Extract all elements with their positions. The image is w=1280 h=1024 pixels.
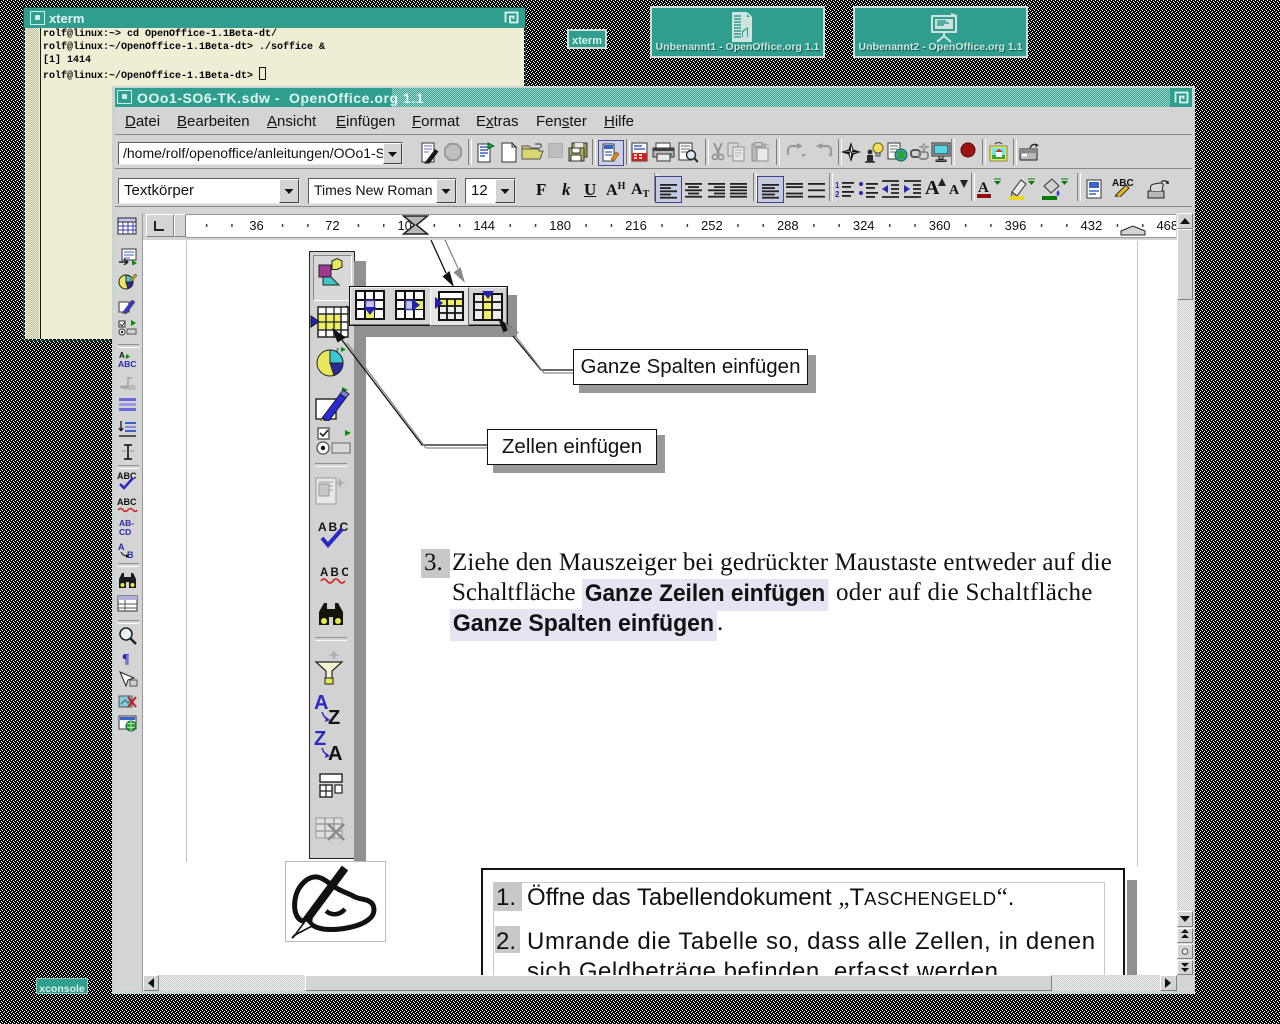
svg-text:468: 468 [1156, 218, 1176, 233]
svg-text:CD: CD [119, 527, 131, 536]
svg-text:36: 36 [249, 218, 263, 233]
svg-text:2: 2 [835, 190, 840, 198]
svg-text:432: 432 [1081, 218, 1103, 233]
svg-text:144: 144 [473, 218, 495, 233]
svg-text:A: A [118, 542, 125, 552]
svg-text:180: 180 [549, 218, 571, 233]
svg-text:288: 288 [777, 218, 799, 233]
svg-text:ABC: ABC [117, 497, 137, 507]
svg-text:216: 216 [625, 218, 647, 233]
svg-text:ABC: ABC [118, 359, 136, 368]
svg-text:1: 1 [835, 181, 840, 190]
svg-text:ABC: ABC [1112, 178, 1134, 189]
svg-text:A: A [978, 180, 989, 196]
svg-text:B: B [127, 550, 134, 559]
svg-text:324: 324 [853, 218, 875, 233]
svg-text:¶: ¶ [122, 652, 130, 666]
svg-text:INS: INS [124, 385, 136, 391]
svg-text:ABC: ABC [117, 471, 137, 481]
svg-text:360: 360 [929, 218, 951, 233]
svg-text:72: 72 [325, 218, 339, 233]
svg-text:252: 252 [701, 218, 723, 233]
svg-text:396: 396 [1005, 218, 1027, 233]
